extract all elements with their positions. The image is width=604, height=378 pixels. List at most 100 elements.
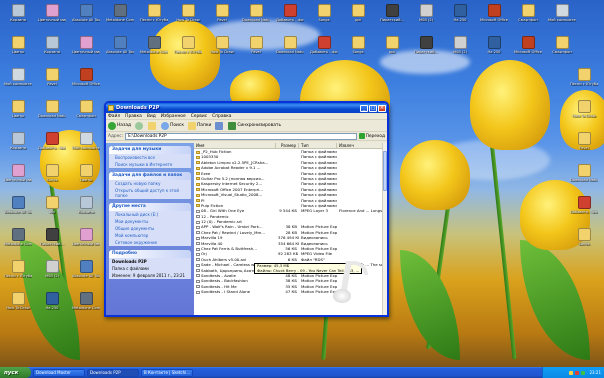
taskbar-downloads-p2p[interactable]: Downloads P2P <box>87 368 139 377</box>
desktop-shortcut[interactable]: Absolute All Tools <box>72 4 100 34</box>
folders-button[interactable]: Папки <box>187 121 211 130</box>
desktop-shortcut[interactable]: Download Nature <box>38 100 66 130</box>
desktop-shortcut[interactable]: Цветы <box>72 164 100 194</box>
desktop-shortcut[interactable]: How To Draw <box>208 36 236 66</box>
place-shared-documents[interactable]: Общие документы <box>109 225 191 232</box>
tray-icon-2[interactable] <box>575 370 580 375</box>
search-music-link[interactable]: Поиск музыки в Интернете <box>109 161 191 168</box>
desktop-shortcut[interactable]: Download Nature <box>276 36 304 66</box>
desktop-shortcut[interactable]: Пиратский... <box>38 228 66 258</box>
close-button[interactable]: × <box>378 104 386 112</box>
desktop-shortcut[interactable]: Цветочный мир <box>4 164 32 194</box>
menu-favorites[interactable]: Избранное <box>161 114 186 119</box>
other-places-title[interactable]: Другие места <box>109 203 191 211</box>
desktop-shortcut[interactable]: Pavel <box>570 132 598 162</box>
desktop-shortcut[interactable]: Цветочный мир <box>72 228 100 258</box>
place-my-documents[interactable]: Мои документы <box>109 218 191 225</box>
tray-icon-1[interactable] <box>569 370 574 375</box>
desktop-shortcut[interactable]: ppt <box>344 4 372 34</box>
desktop-shortcut[interactable]: ppt <box>38 196 66 226</box>
play-all-link[interactable]: Воспроизвести все <box>109 154 191 161</box>
desktop-shortcut[interactable]: Metaldone Complete <box>140 36 168 66</box>
desktop-shortcut[interactable]: Songs <box>38 164 66 194</box>
desktop-shortcut[interactable]: Смартфон <box>548 36 576 66</box>
menu-tools[interactable]: Сервис <box>191 114 207 119</box>
file-list[interactable]: Имя Размер Тип Извлеч _P2_Hub Fiction Пап… <box>194 143 387 315</box>
desktop-shortcut[interactable]: Цветочный мир <box>72 36 100 66</box>
desktop-shortcut[interactable]: Песни с Ютуба <box>140 4 168 34</box>
desktop-shortcut[interactable]: Корзина <box>38 36 66 66</box>
desktop-shortcut[interactable]: Download Nature <box>242 4 270 34</box>
menu-view[interactable]: Вид <box>147 114 156 119</box>
taskbar-vkontakte[interactable]: B Контакте | Sketchi... <box>141 368 193 377</box>
desktop-shortcut[interactable]: Мой компьютер <box>72 132 100 162</box>
desktop-shortcut[interactable]: Корзина <box>4 4 32 34</box>
desktop-shortcut[interactable]: Цветочный мир <box>38 4 66 34</box>
tray-icon-3[interactable] <box>581 370 586 375</box>
menu-help[interactable]: Справка <box>212 114 231 119</box>
desktop-shortcut[interactable]: Добавить - фото <box>276 4 304 34</box>
desktop-shortcut[interactable]: How To Draw <box>570 100 598 130</box>
desktop-shortcut[interactable]: На 250 <box>480 36 508 66</box>
share-folder-link[interactable]: Открыть общий доступ к этой папке <box>109 187 191 199</box>
desktop-shortcut[interactable]: Microsoft Office... <box>514 36 542 66</box>
desktop-shortcut[interactable]: MSB (2) <box>412 4 440 34</box>
maximize-button[interactable]: □ <box>369 104 377 112</box>
desktop-shortcut[interactable]: Корзина <box>4 132 32 162</box>
desktop-shortcut[interactable]: How To Draw <box>174 4 202 34</box>
desktop-shortcut[interactable]: MSB (2) <box>38 260 66 290</box>
desktop-shortcut[interactable]: Мой компьютер <box>548 4 576 34</box>
desktop-shortcut[interactable]: Песни с Ютуба <box>570 68 598 98</box>
column-extra[interactable]: Извлеч <box>337 143 387 148</box>
views-button[interactable] <box>215 121 224 130</box>
desktop-shortcut[interactable]: Добавить - фото <box>570 196 598 226</box>
place-local-disk[interactable]: Локальный диск (E:) <box>109 211 191 218</box>
desktop-shortcut[interactable]: Metaldone Complete <box>72 292 100 322</box>
desktop-shortcut[interactable]: Microsoft Office... <box>480 4 508 34</box>
desktop-shortcut[interactable]: Пиратский... <box>378 4 406 34</box>
place-my-computer[interactable]: Мой компьютер <box>109 232 191 239</box>
vertical-scrollbar[interactable] <box>382 143 387 315</box>
desktop-shortcut[interactable]: ppt <box>378 36 406 66</box>
column-size[interactable]: Размер <box>276 143 299 148</box>
desktop-shortcut[interactable]: Корзина <box>72 196 100 226</box>
desktop-shortcut[interactable]: Songs <box>310 4 338 34</box>
desktop-shortcut[interactable]: Добавить - фото <box>38 132 66 162</box>
back-button[interactable]: Назад <box>108 121 131 130</box>
go-button[interactable]: Переход <box>358 133 385 139</box>
desktop-shortcut[interactable]: Pavel <box>38 68 66 98</box>
menu-edit[interactable]: Правка <box>125 114 142 119</box>
desktop-shortcut[interactable]: Absolute All Tools <box>4 196 32 226</box>
desktop-shortcut[interactable]: Смартфон <box>72 100 100 130</box>
file-tasks-title[interactable]: Задачи для файлов и папок <box>109 172 191 180</box>
desktop-shortcut[interactable]: Songs <box>570 228 598 258</box>
desktop-shortcut[interactable]: Absolute All Tools <box>106 36 134 66</box>
music-tasks-title[interactable]: Задачи для музыки <box>109 146 191 154</box>
desktop-shortcut[interactable]: Download Nature <box>570 164 598 194</box>
taskbar-download-master[interactable]: Download Master <box>33 368 85 377</box>
desktop-shortcut[interactable]: Pavel <box>208 4 236 34</box>
search-button[interactable]: Поиск <box>161 121 184 130</box>
desktop-shortcut[interactable]: На 250 <box>38 292 66 322</box>
desktop-shortcut[interactable]: Смартфон <box>514 4 542 34</box>
start-button[interactable]: пуск <box>0 367 31 378</box>
desktop-shortcut[interactable]: Microsoft Office... <box>72 68 100 98</box>
new-folder-link[interactable]: Создать новую папку <box>109 180 191 187</box>
desktop-shortcut[interactable]: Добавить - фото <box>310 36 338 66</box>
address-input[interactable]: E:\Downloads P2P <box>125 132 357 140</box>
desktop-shortcut[interactable]: Цветы <box>4 100 32 130</box>
sync-button[interactable]: Синхронизировать <box>228 121 281 130</box>
desktop-shortcut[interactable]: На 250 <box>446 4 474 34</box>
forward-button[interactable] <box>135 121 144 130</box>
desktop-shortcut[interactable]: Мой компьютер <box>4 68 32 98</box>
details-title[interactable]: Подробно <box>109 250 191 258</box>
desktop-shortcut[interactable]: Песни с Ютуба <box>4 260 32 290</box>
desktop-shortcut[interactable]: MSB (2) <box>446 36 474 66</box>
desktop-shortcut[interactable]: Metaldone Complete <box>106 4 134 34</box>
desktop-shortcut[interactable]: Absolute All Tools <box>72 260 100 290</box>
desktop-shortcut[interactable]: Пиратский... <box>412 36 440 66</box>
column-name[interactable]: Имя <box>194 143 276 148</box>
up-button[interactable] <box>148 121 157 130</box>
minimize-button[interactable]: _ <box>360 104 368 112</box>
desktop-shortcut[interactable]: Songs <box>344 36 372 66</box>
